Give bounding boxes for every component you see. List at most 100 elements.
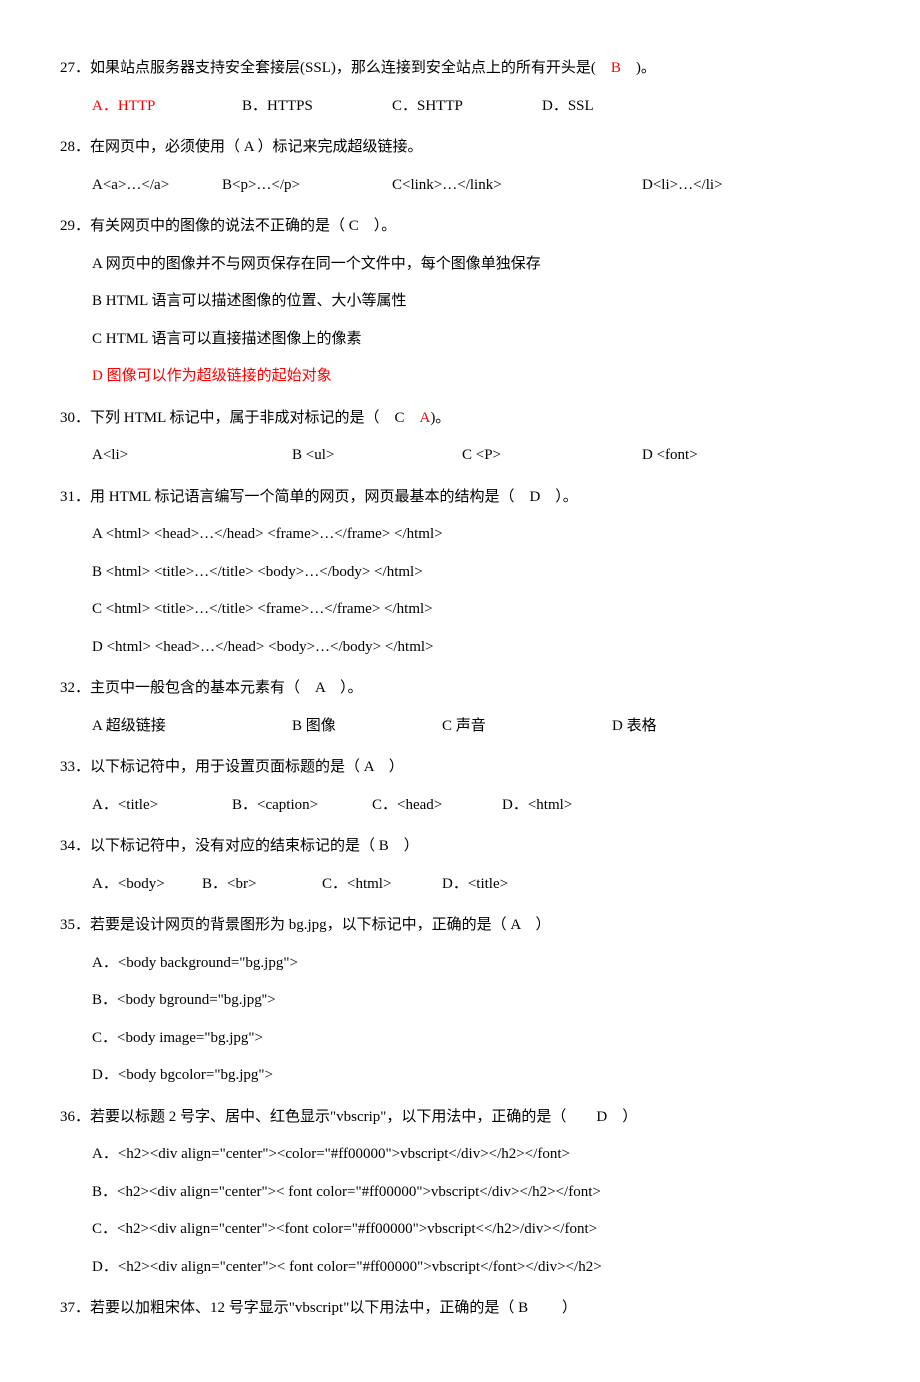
question-stem: 37．若要以加粗宋体、12 号字显示"vbscript"以下用法中，正确的是（ … [60,1290,860,1328]
stem-text: 用 HTML 标记语言编写一个简单的网页，网页最基本的结构是（ D ）。 [90,489,578,505]
question-number: 31． [60,489,90,505]
answer-mark: A [419,410,430,426]
option-line: C．<h2><div align="center"><font color="#… [60,1211,860,1249]
question-stem: 32．主页中一般包含的基本元素有（ A ）。 [60,670,860,708]
option-text: C．<body image="bg.jpg"> [92,1020,263,1058]
option-line: C <html> <title>…</title> <frame>…</fram… [60,591,860,629]
question-number: 34． [60,838,90,854]
question-number: 28． [60,139,90,155]
question-35: 35．若要是设计网页的背景图形为 bg.jpg，以下标记中，正确的是（ A ）A… [60,907,860,1095]
option-line: A．<body background="bg.jpg"> [60,945,860,983]
question-stem: 31．用 HTML 标记语言编写一个简单的网页，网页最基本的结构是（ D ）。 [60,479,860,517]
option-text: A<li> [92,437,292,475]
question-36: 36．若要以标题 2 号字、居中、红色显示"vbscrip"，以下用法中，正确的… [60,1099,860,1287]
stem-text: 若要以加粗宋体、12 号字显示"vbscript"以下用法中，正确的是（ B ） [90,1300,577,1316]
option-text: D <font> [642,437,698,475]
option-text: A．<body background="bg.jpg"> [92,945,298,983]
option-text: C．<head> [372,787,502,825]
option-text: C HTML 语言可以直接描述图像上的像素 [92,321,361,359]
option-text: B HTML 语言可以描述图像的位置、大小等属性 [92,283,406,321]
option-text: A <html> <head>…</head> <frame>…</frame>… [92,516,443,554]
question-29: 29．有关网页中的图像的说法不正确的是（ C ）。 A 网页中的图像并不与网页保存… [60,208,860,396]
question-number: 33． [60,759,90,775]
exam-document: 27．如果站点服务器支持安全套接层(SSL)，那么连接到安全站点上的所有开头是(… [60,50,860,1328]
option-line: B．<h2><div align="center">< font color="… [60,1174,860,1212]
question-number: 37． [60,1300,90,1316]
option-text: D<li>…</li> [642,167,723,205]
stem-text: 若要是设计网页的背景图形为 bg.jpg，以下标记中，正确的是（ A ） [90,917,550,933]
question-number: 30． [60,410,90,426]
question-31: 31．用 HTML 标记语言编写一个简单的网页，网页最基本的结构是（ D ）。A… [60,479,860,667]
stem-text: 有关网页中的图像的说法不正确的是（ C ）。 [90,218,396,234]
option-text: A．<title> [92,787,232,825]
question-stem: 33．以下标记符中，用于设置页面标题的是（ A ） [60,749,860,787]
stem-text: 若要以标题 2 号字、居中、红色显示"vbscrip"，以下用法中，正确的是（ … [90,1109,637,1125]
question-number: 29． [60,218,90,234]
question-stem: 36．若要以标题 2 号字、居中、红色显示"vbscrip"，以下用法中，正确的… [60,1099,860,1137]
question-30: 30．下列 HTML 标记中，属于非成对标记的是（ C A)。A<li>B <u… [60,400,860,475]
option-text: D．<html> [502,787,572,825]
option-text: A．HTTP [92,88,242,126]
stem-text: 主页中一般包含的基本元素有（ A ）。 [90,680,363,696]
option-text: B<p>…</p> [222,167,392,205]
option-line: A 超级链接B 图像C 声音D 表格 [60,708,860,746]
option-text: D <html> <head>…</head> <body>…</body> <… [92,629,433,667]
option-line: A<li>B <ul>C <P>D <font> [60,437,860,475]
answer-mark: B [611,60,621,76]
option-text: D．SSL [542,88,594,126]
option-line: D 图像可以作为超级链接的起始对象 [60,358,860,396]
option-line: B HTML 语言可以描述图像的位置、大小等属性 [60,283,860,321]
option-line: B <html> <title>…</title> <body>…</body>… [60,554,860,592]
option-text: D．<h2><div align="center">< font color="… [92,1249,602,1287]
question-stem: 27．如果站点服务器支持安全套接层(SSL)，那么连接到安全站点上的所有开头是(… [60,50,860,88]
stem-text: 以下标记符中，用于设置页面标题的是（ A ） [90,759,404,775]
option-text: A．<body> [92,866,202,904]
option-text: B 图像 [292,708,442,746]
option-text: D．<body bgcolor="bg.jpg"> [92,1057,273,1095]
option-text: C．SHTTP [392,88,542,126]
question-stem: 35．若要是设计网页的背景图形为 bg.jpg，以下标记中，正确的是（ A ） [60,907,860,945]
option-line: A<a>…</a>B<p>…</p>C<link>…</link>D<li>…<… [60,167,860,205]
option-text: A 网页中的图像并不与网页保存在同一个文件中，每个图像单独保存 [92,246,541,284]
option-line: C．<body image="bg.jpg"> [60,1020,860,1058]
option-text: C<link>…</link> [392,167,642,205]
option-text: D．<title> [442,866,508,904]
stem-text: 如果站点服务器支持安全套接层(SSL)，那么连接到安全站点上的所有开头是( [90,60,611,76]
option-line: D <html> <head>…</head> <body>…</body> <… [60,629,860,667]
question-number: 32． [60,680,90,696]
option-text: A．<h2><div align="center"><color="#ff000… [92,1136,570,1174]
option-line: A．<body>B．<br>C．<html>D．<title> [60,866,860,904]
option-text: B．<body bground="bg.jpg''> [92,982,276,1020]
question-number: 27． [60,60,90,76]
question-number: 35． [60,917,90,933]
option-text: C <html> <title>…</title> <frame>…</fram… [92,591,433,629]
option-text: A<a>…</a> [92,167,222,205]
option-text: B <html> <title>…</title> <body>…</body>… [92,554,423,592]
question-34: 34．以下标记符中，没有对应的结束标记的是（ B ）A．<body>B．<br>… [60,828,860,903]
option-line: A．HTTPB．HTTPSC．SHTTPD．SSL [60,88,860,126]
question-stem: 30．下列 HTML 标记中，属于非成对标记的是（ C A)。 [60,400,860,438]
option-line: D．<body bgcolor="bg.jpg"> [60,1057,860,1095]
option-line: D．<h2><div align="center">< font color="… [60,1249,860,1287]
question-number: 36． [60,1109,90,1125]
option-text: C 声音 [442,708,612,746]
option-text: C <P> [462,437,642,475]
option-line: A．<title>B．<caption>C．<head>D．<html> [60,787,860,825]
option-text: D 图像可以作为超级链接的起始对象 [92,358,332,396]
option-line: A <html> <head>…</head> <frame>…</frame>… [60,516,860,554]
question-stem: 28．在网页中，必须使用（ A ）标记来完成超级链接。 [60,129,860,167]
stem-text: 下列 HTML 标记中，属于非成对标记的是（ C [90,410,419,426]
option-line: A．<h2><div align="center"><color="#ff000… [60,1136,860,1174]
option-text: B．<br> [202,866,322,904]
option-text: D 表格 [612,708,657,746]
stem-text-post: )。 [430,410,450,426]
option-text: B．HTTPS [242,88,392,126]
option-text: B．<caption> [232,787,372,825]
stem-text-post: )。 [621,60,656,76]
option-text: C．<html> [322,866,442,904]
option-line: A 网页中的图像并不与网页保存在同一个文件中，每个图像单独保存 [60,246,860,284]
question-27: 27．如果站点服务器支持安全套接层(SSL)，那么连接到安全站点上的所有开头是(… [60,50,860,125]
question-stem: 34．以下标记符中，没有对应的结束标记的是（ B ） [60,828,860,866]
option-text: B <ul> [292,437,462,475]
option-text: C．<h2><div align="center"><font color="#… [92,1211,597,1249]
